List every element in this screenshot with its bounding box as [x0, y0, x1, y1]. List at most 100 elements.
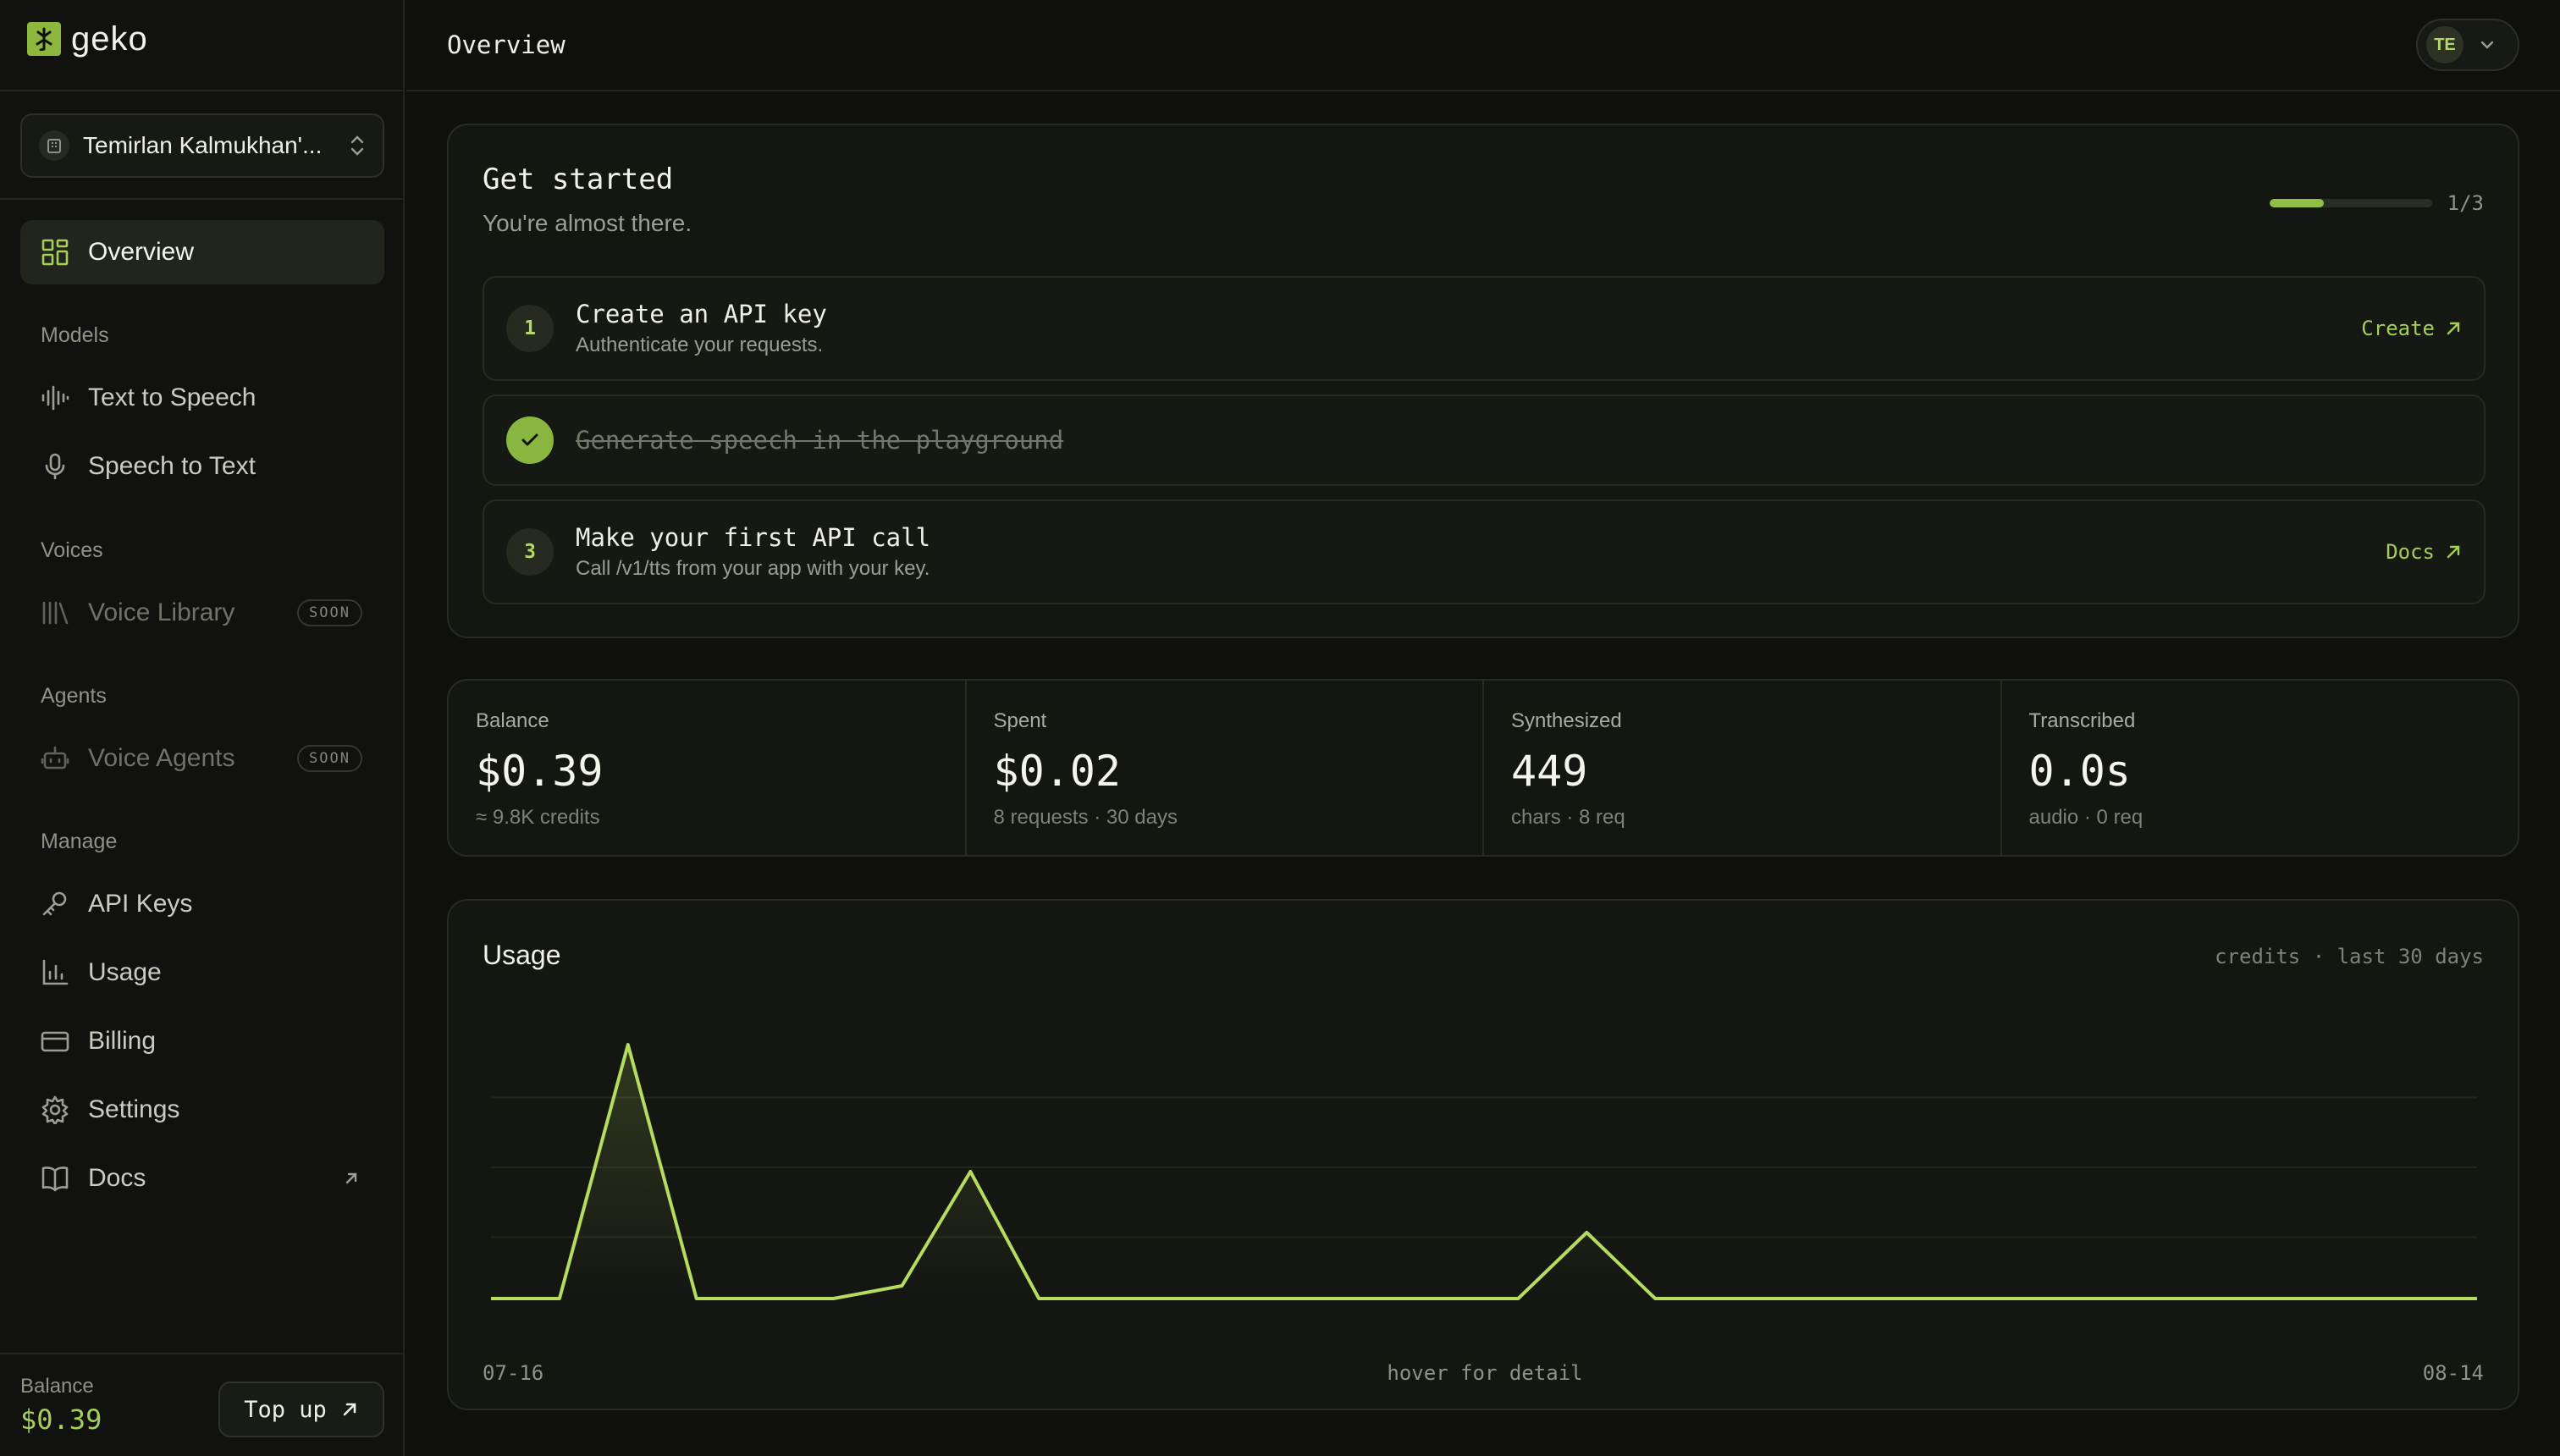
usage-point-19[interactable]: [1784, 1290, 1801, 1307]
sidebar-item-overview[interactable]: Overview: [20, 220, 384, 284]
divider: [0, 198, 405, 200]
usage-point-10[interactable]: [1167, 1290, 1184, 1307]
usage-point-28[interactable]: [2400, 1290, 2417, 1307]
sidebar-footer: Balance $0.39 Top up: [0, 1353, 405, 1456]
usage-point-17[interactable]: [1647, 1290, 1663, 1307]
sidebar-item-label: Overview: [88, 238, 195, 266]
usage-point-5[interactable]: [825, 1290, 841, 1307]
step-first-api-call: 3 Make your first API call Call /v1/tts …: [483, 499, 2486, 604]
usage-point-18[interactable]: [1715, 1290, 1732, 1307]
sidebar-item-settings[interactable]: Settings: [20, 1078, 384, 1142]
sidebar-item-docs[interactable]: Docs: [20, 1146, 384, 1211]
section-label-voices: Voices: [41, 538, 103, 562]
step-create-api-key: 1 Create an API key Authenticate your re…: [483, 276, 2486, 381]
stat-sub: audio · 0 req: [2028, 806, 2143, 829]
usage-point-21[interactable]: [1921, 1290, 1938, 1307]
key-icon: [42, 891, 67, 916]
external-link-icon: [345, 1172, 357, 1184]
get-started-progress: 1/3: [2269, 191, 2484, 215]
building-icon: [39, 130, 69, 161]
usage-line: [491, 1043, 2477, 1300]
create-api-key-link[interactable]: Create: [2361, 317, 2462, 340]
stat-sub: chars · 8 req: [1511, 806, 1625, 829]
step-number: 3: [506, 528, 554, 576]
usage-chart[interactable]: [483, 1002, 2486, 1341]
chevron-up-down-icon: [350, 135, 364, 156]
step-action-label: Docs: [2386, 540, 2435, 564]
sidebar-item-label: Settings: [88, 1095, 180, 1123]
docs-link[interactable]: Docs: [2386, 540, 2462, 564]
usage-point-24[interactable]: [2127, 1290, 2143, 1307]
library-icon: [42, 601, 69, 625]
sidebar-item-voice-agents[interactable]: Voice Agents SOON: [20, 726, 384, 791]
usage-point-2[interactable]: [620, 1036, 637, 1053]
usage-point-11[interactable]: [1236, 1290, 1253, 1307]
avatar: TE: [2426, 26, 2463, 63]
sidebar-item-billing[interactable]: Billing: [20, 1009, 384, 1073]
sidebar-item-speech-to-text[interactable]: Speech to Text: [20, 434, 384, 499]
sidebar-item-label: Billing: [88, 1027, 157, 1055]
sidebar-item-label: Voice Library: [88, 598, 235, 626]
workspace-name: Temirlan Kalmukhan'...: [83, 132, 323, 158]
stat-value: 449: [1511, 747, 1588, 796]
sidebar-item-label: Speech to Text: [88, 452, 256, 480]
sidebar-item-label: Text to Speech: [88, 383, 257, 411]
brand[interactable]: geko: [27, 20, 148, 58]
usage-point-25[interactable]: [2194, 1290, 2211, 1307]
usage-meta: credits · last 30 days: [2215, 945, 2484, 968]
usage-point-14[interactable]: [1442, 1290, 1459, 1307]
usage-card: Usage credits · last 30 days 07-16 hover…: [447, 899, 2519, 1410]
get-started-card: Get started You're almost there. 1/3 1 C…: [447, 124, 2519, 638]
usage-point-16[interactable]: [1578, 1224, 1595, 1241]
step-title: Create an API key: [576, 300, 827, 328]
bar-chart-icon: [42, 959, 69, 985]
usage-point-13[interactable]: [1373, 1290, 1390, 1307]
usage-point-7[interactable]: [962, 1163, 979, 1180]
section-label-manage: Manage: [41, 830, 118, 853]
usage-point-29[interactable]: [2469, 1290, 2486, 1307]
stat-label: Spent: [993, 709, 1047, 732]
top-up-button[interactable]: Top up: [218, 1382, 384, 1437]
balance-value: $0.39: [20, 1404, 102, 1436]
stat-value: $0.39: [476, 747, 604, 796]
sidebar-item-text-to-speech[interactable]: Text to Speech: [20, 366, 384, 430]
usage-point-6[interactable]: [893, 1277, 910, 1294]
microphone-icon: [45, 453, 65, 480]
usage-point-22[interactable]: [1989, 1290, 2006, 1307]
chevron-down-icon: [2480, 41, 2494, 49]
get-started-subtitle: You're almost there.: [483, 210, 692, 236]
step-description: Call /v1/tts from your app with your key…: [576, 557, 930, 580]
usage-point-20[interactable]: [1852, 1290, 1869, 1307]
usage-point-12[interactable]: [1305, 1290, 1321, 1307]
sidebar-item-api-keys[interactable]: API Keys: [20, 872, 384, 936]
check-icon: [506, 416, 554, 464]
step-title: Make your first API call: [576, 523, 931, 552]
user-menu[interactable]: TE: [2416, 19, 2519, 71]
top-bar: Overview TE: [406, 0, 2560, 91]
usage-point-0[interactable]: [483, 1290, 499, 1307]
credit-card-icon: [41, 1031, 69, 1052]
gear-icon: [41, 1095, 69, 1124]
usage-point-23[interactable]: [2058, 1290, 2075, 1307]
get-started-title: Get started: [483, 163, 674, 196]
sidebar-item-usage[interactable]: Usage: [20, 940, 384, 1005]
stat-label: Transcribed: [2028, 709, 2136, 732]
page-title: Overview: [447, 30, 566, 59]
usage-point-4[interactable]: [757, 1290, 774, 1307]
stat-sub: 8 requests · 30 days: [993, 806, 1178, 829]
stat-spent: Spent $0.02 8 requests · 30 days: [967, 681, 1484, 855]
divider: [0, 90, 405, 91]
workspace-switcher[interactable]: Temirlan Kalmukhan'...: [20, 113, 384, 178]
soon-badge: SOON: [297, 745, 362, 772]
usage-point-27[interactable]: [2331, 1290, 2348, 1307]
stat-value: 0.0s: [2028, 747, 2131, 796]
usage-point-9[interactable]: [1099, 1290, 1116, 1307]
usage-point-26[interactable]: [2263, 1290, 2280, 1307]
usage-point-8[interactable]: [1030, 1290, 1047, 1307]
arrow-up-right-icon: [343, 1403, 356, 1416]
usage-point-3[interactable]: [688, 1290, 705, 1307]
usage-point-1[interactable]: [551, 1290, 568, 1307]
gecko-logo-icon: [27, 22, 61, 56]
sidebar-item-voice-library[interactable]: Voice Library SOON: [20, 581, 384, 645]
usage-point-15[interactable]: [1509, 1290, 1526, 1307]
